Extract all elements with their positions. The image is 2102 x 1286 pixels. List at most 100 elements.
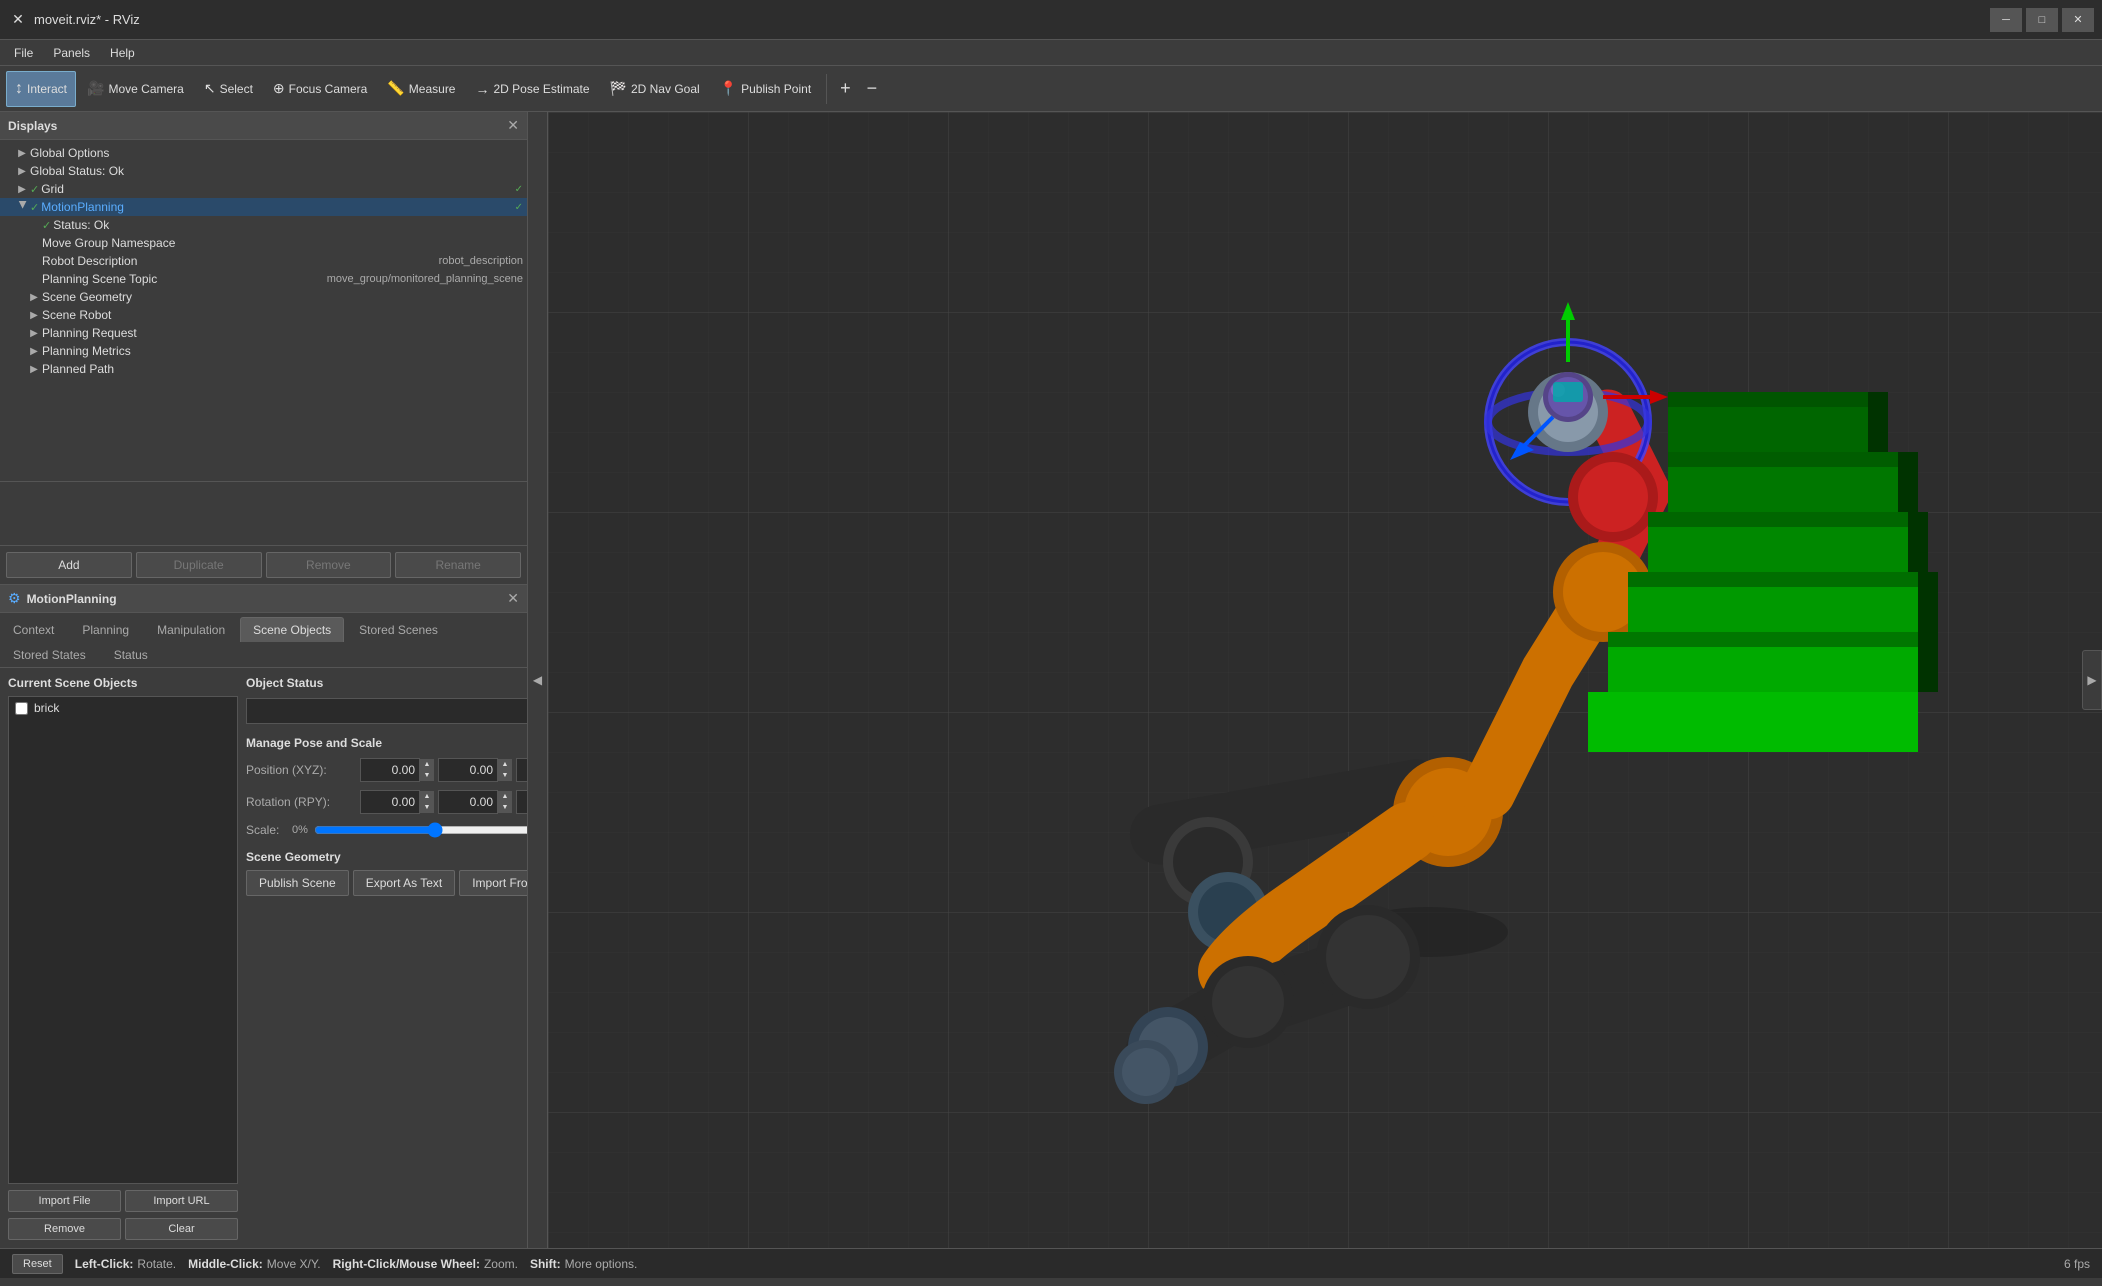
right-collapse-panel[interactable]: ▶ bbox=[2082, 650, 2102, 710]
brick-checkbox[interactable] bbox=[15, 702, 28, 715]
tab-manipulation[interactable]: Manipulation bbox=[144, 617, 238, 642]
item-label: Global Status: Ok bbox=[30, 164, 523, 178]
scene-geometry-buttons: Publish Scene Export As Text Import From… bbox=[246, 870, 527, 896]
check-mark: ✓ bbox=[42, 219, 51, 232]
expand-arrow bbox=[28, 255, 40, 267]
tree-item-planning-scene-topic[interactable]: Planning Scene Topic move_group/monitore… bbox=[0, 270, 527, 288]
tree-item-motion-planning[interactable]: ▶ ✓ MotionPlanning ✓ bbox=[0, 198, 527, 216]
statusbar: Reset Left-Click: Rotate. Middle-Click: … bbox=[0, 1248, 2102, 1278]
rot-y-input[interactable] bbox=[516, 790, 527, 814]
select-tool[interactable]: ↖ Select bbox=[195, 71, 262, 107]
pos-y-up[interactable]: ▲ bbox=[498, 759, 512, 770]
rot-r-input[interactable] bbox=[360, 790, 420, 814]
remove-display-button[interactable]: Remove bbox=[266, 552, 392, 578]
object-item-brick[interactable]: brick bbox=[9, 697, 237, 719]
expand-arrow bbox=[28, 273, 40, 285]
menu-file[interactable]: File bbox=[4, 42, 43, 64]
objects-list: brick bbox=[8, 696, 238, 1184]
tab-context[interactable]: Context bbox=[0, 617, 67, 642]
menu-help[interactable]: Help bbox=[100, 42, 145, 64]
item-label: Scene Robot bbox=[42, 308, 523, 322]
item-label: Move Group Namespace bbox=[42, 236, 523, 250]
clear-objects-button[interactable]: Clear bbox=[125, 1218, 238, 1240]
move-camera-tool[interactable]: 🎥 Move Camera bbox=[78, 71, 193, 107]
rot-p-down[interactable]: ▼ bbox=[498, 802, 512, 813]
remove-object-button[interactable]: Remove bbox=[8, 1218, 121, 1240]
remove-tool[interactable]: − bbox=[860, 71, 885, 107]
app-icon: ✕ bbox=[8, 10, 28, 30]
scale-row: Scale: 0% 200% bbox=[246, 822, 527, 838]
item-label: Grid bbox=[41, 182, 514, 196]
main-layout: Displays ✕ ▶ Global Options ▶ Global Sta… bbox=[0, 112, 2102, 1248]
pos-z-group: ▲ ▼ bbox=[516, 758, 527, 782]
tree-item-grid[interactable]: ▶ ✓ Grid ✓ bbox=[0, 180, 527, 198]
motion-planning-title: MotionPlanning bbox=[27, 592, 117, 606]
displays-spacer bbox=[0, 482, 527, 546]
menu-panels[interactable]: Panels bbox=[43, 42, 100, 64]
scale-min: 0% bbox=[292, 824, 308, 836]
point-icon: 📍 bbox=[720, 80, 737, 97]
object-status-bar bbox=[246, 698, 527, 724]
add-display-button[interactable]: Add bbox=[6, 552, 132, 578]
import-url-button[interactable]: Import URL bbox=[125, 1190, 238, 1212]
tree-item-global-options[interactable]: ▶ Global Options bbox=[0, 144, 527, 162]
add-tool[interactable]: + bbox=[833, 71, 858, 107]
expand-arrow bbox=[28, 237, 40, 249]
tree-item-status[interactable]: ✓ Status: Ok bbox=[0, 216, 527, 234]
tree-item-global-status[interactable]: ▶ Global Status: Ok bbox=[0, 162, 527, 180]
check-icon-mp: ✓ bbox=[515, 202, 523, 213]
2d-pose-estimate-tool[interactable]: → 2D Pose Estimate bbox=[466, 71, 598, 107]
pos-x-down[interactable]: ▼ bbox=[420, 770, 434, 781]
2d-nav-goal-tool[interactable]: 🏁 2D Nav Goal bbox=[601, 71, 709, 107]
duplicate-display-button[interactable]: Duplicate bbox=[136, 552, 262, 578]
pos-x-up[interactable]: ▲ bbox=[420, 759, 434, 770]
import-from-text-button[interactable]: Import From Text bbox=[459, 870, 527, 896]
rot-p-up[interactable]: ▲ bbox=[498, 791, 512, 802]
pos-z-input[interactable] bbox=[516, 758, 527, 782]
item-label: MotionPlanning bbox=[41, 200, 514, 214]
expand-arrow: ▶ bbox=[16, 147, 28, 159]
rot-r-down[interactable]: ▼ bbox=[420, 802, 434, 813]
rename-display-button[interactable]: Rename bbox=[395, 552, 521, 578]
3d-viewport[interactable]: ▶ bbox=[548, 112, 2102, 1248]
scale-slider[interactable] bbox=[314, 822, 527, 838]
tree-item-move-group-ns[interactable]: Move Group Namespace bbox=[0, 234, 527, 252]
minimize-button[interactable]: ─ bbox=[1990, 8, 2022, 32]
pos-y-input[interactable] bbox=[438, 758, 498, 782]
tree-item-scene-robot[interactable]: ▶ Scene Robot bbox=[0, 306, 527, 324]
item-value-scene-topic: move_group/monitored_planning_scene bbox=[327, 273, 523, 285]
tree-item-robot-desc[interactable]: Robot Description robot_description bbox=[0, 252, 527, 270]
rot-r-up[interactable]: ▲ bbox=[420, 791, 434, 802]
import-file-button[interactable]: Import File bbox=[8, 1190, 121, 1212]
tab-planning[interactable]: Planning bbox=[69, 617, 142, 642]
pos-x-input[interactable] bbox=[360, 758, 420, 782]
nav-icon: 🏁 bbox=[610, 80, 627, 97]
publish-point-tool[interactable]: 📍 Publish Point bbox=[711, 71, 820, 107]
measure-tool[interactable]: 📏 Measure bbox=[378, 71, 464, 107]
motion-planning-tabs: Context Planning Manipulation Scene Obje… bbox=[0, 613, 527, 668]
focus-camera-tool[interactable]: ⊕ Focus Camera bbox=[264, 71, 376, 107]
motion-planning-close[interactable]: ✕ bbox=[507, 590, 519, 607]
reset-button[interactable]: Reset bbox=[12, 1254, 63, 1274]
position-row: Position (XYZ): ▲ ▼ ▲ bbox=[246, 758, 527, 782]
tab-stored-scenes[interactable]: Stored Scenes bbox=[346, 617, 451, 642]
tree-item-planning-metrics[interactable]: ▶ Planning Metrics bbox=[0, 342, 527, 360]
pos-y-down[interactable]: ▼ bbox=[498, 770, 512, 781]
motion-planning-panel: ⚙ MotionPlanning ✕ Context Planning Mani… bbox=[0, 585, 527, 1248]
tab-stored-states[interactable]: Stored States bbox=[0, 642, 99, 667]
tree-item-planned-path[interactable]: ▶ Planned Path bbox=[0, 360, 527, 378]
displays-close[interactable]: ✕ bbox=[507, 117, 519, 134]
tab-status[interactable]: Status bbox=[101, 642, 161, 667]
tab-scene-objects[interactable]: Scene Objects bbox=[240, 617, 344, 642]
position-label: Position (XYZ): bbox=[246, 763, 356, 777]
export-as-text-button[interactable]: Export As Text bbox=[353, 870, 455, 896]
maximize-button[interactable]: □ bbox=[2026, 8, 2058, 32]
tree-item-planning-req[interactable]: ▶ Planning Request bbox=[0, 324, 527, 342]
displays-title: Displays bbox=[8, 119, 57, 133]
interact-tool[interactable]: ↕ Interact bbox=[6, 71, 76, 107]
publish-scene-button[interactable]: Publish Scene bbox=[246, 870, 349, 896]
panel-collapse[interactable]: ◀ bbox=[528, 112, 548, 1248]
close-button[interactable]: ✕ bbox=[2062, 8, 2094, 32]
tree-item-scene-geom[interactable]: ▶ Scene Geometry bbox=[0, 288, 527, 306]
rot-p-input[interactable] bbox=[438, 790, 498, 814]
